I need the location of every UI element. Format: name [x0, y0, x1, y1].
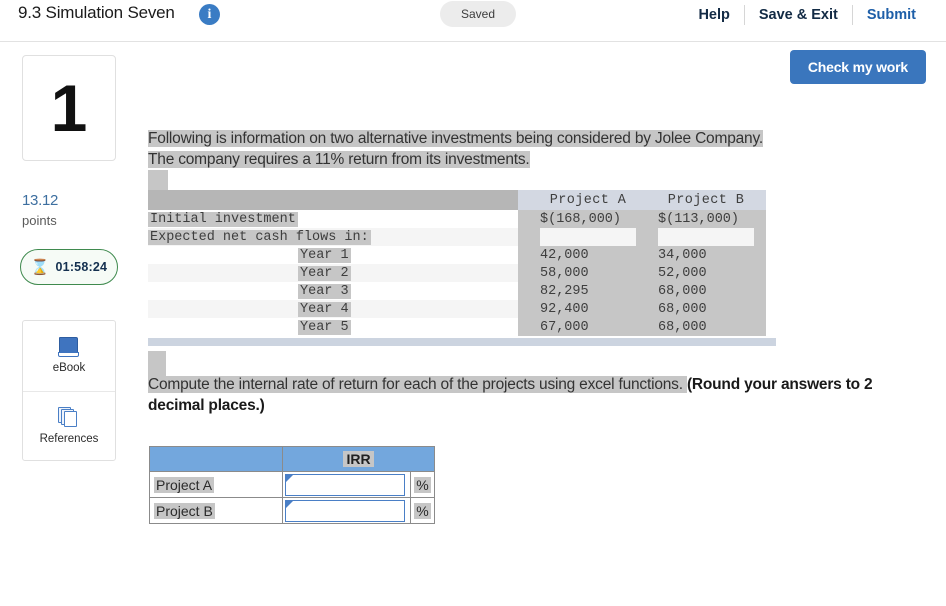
points-label: points	[22, 213, 57, 228]
investment-data-table: Project A Project B Initial investment $…	[148, 190, 766, 336]
irr-header-label: IRR	[282, 446, 435, 472]
cell-project-b: 34,000	[658, 246, 754, 264]
cell-project-a: 42,000	[540, 246, 636, 264]
ebook-icon	[58, 337, 80, 358]
check-my-work-button[interactable]: Check my work	[789, 50, 926, 84]
irr-unit-project-a: %	[410, 471, 435, 498]
references-icon	[58, 406, 80, 428]
cell-project-a	[540, 228, 636, 246]
question-number: 1	[50, 71, 88, 145]
compute-text: Compute the internal rate of return for …	[148, 376, 687, 393]
irr-header-row: IRR	[149, 446, 435, 472]
cell-project-b: 68,000	[658, 282, 754, 300]
compute-instruction: Compute the internal rate of return for …	[148, 374, 910, 416]
header-project-a: Project A	[540, 190, 636, 210]
table-row: Expected net cash flows in:	[148, 228, 766, 246]
cell-project-b: $(113,000)	[658, 210, 754, 228]
row-label: Initial investment	[148, 211, 298, 227]
cell-project-a: 92,400	[540, 300, 636, 318]
content-left-bar-top	[148, 170, 168, 192]
timer-value: 01:58:24	[55, 260, 108, 274]
section-separator	[148, 338, 776, 346]
table-row: Year 4 92,400 68,000	[148, 300, 766, 318]
top-nav: Help Save & Exit Submit	[684, 0, 930, 30]
irr-answer-table: IRR Project A % Project B %	[149, 446, 435, 524]
help-link[interactable]: Help	[684, 7, 743, 23]
irr-row-project-a: Project A %	[149, 471, 435, 498]
irr-row-label: Project B	[149, 497, 283, 524]
tool-panel: eBook References	[22, 320, 116, 461]
row-label: Year 5	[298, 319, 351, 335]
cell-project-a: 82,295	[540, 282, 636, 300]
submit-link[interactable]: Submit	[853, 7, 930, 23]
irr-row-project-b: Project B %	[149, 497, 435, 524]
saved-status-badge: Saved	[440, 1, 516, 27]
countdown-timer: ⌛ 01:58:24	[20, 249, 118, 285]
cell-project-b: 52,000	[658, 264, 754, 282]
top-bar: 9.3 Simulation Seven i Saved Help Save &…	[0, 0, 946, 42]
table-row: Year 5 67,000 68,000	[148, 318, 766, 336]
irr-header-blank	[149, 446, 283, 472]
row-label: Year 1	[298, 247, 351, 263]
points-value: 13.12	[22, 192, 59, 209]
references-button[interactable]: References	[23, 390, 115, 461]
question-number-box: 1	[22, 55, 116, 161]
cell-project-a: 58,000	[540, 264, 636, 282]
cell-project-b: 68,000	[658, 300, 754, 318]
cell-project-b	[658, 228, 754, 246]
save-and-exit-link[interactable]: Save & Exit	[745, 7, 852, 23]
intro-line-1: Following is information on two alternat…	[148, 130, 763, 147]
cell-project-b: 68,000	[658, 318, 754, 336]
irr-unit-project-b: %	[410, 497, 435, 524]
row-label: Expected net cash flows in:	[148, 229, 371, 245]
references-label: References	[39, 432, 99, 445]
content-white-gap	[168, 170, 768, 192]
page-title: 9.3 Simulation Seven	[18, 3, 175, 22]
intro-line-2: The company requires a 11% return from i…	[148, 151, 530, 168]
irr-row-label: Project A	[149, 471, 283, 498]
row-label: Year 3	[298, 283, 351, 299]
table-row: Year 3 82,295 68,000	[148, 282, 766, 300]
table-header-row: Project A Project B	[148, 190, 766, 210]
irr-input-cell[interactable]	[282, 471, 411, 498]
header-project-b: Project B	[658, 190, 754, 210]
hourglass-icon: ⌛	[30, 258, 50, 276]
table-row: Initial investment $(168,000) $(113,000)	[148, 210, 766, 228]
cell-project-a: $(168,000)	[540, 210, 636, 228]
table-row: Year 1 42,000 34,000	[148, 246, 766, 264]
table-row: Year 2 58,000 52,000	[148, 264, 766, 282]
ebook-button[interactable]: eBook	[23, 321, 115, 391]
row-label: Year 2	[298, 265, 351, 281]
header-blank-cell	[148, 190, 518, 210]
cell-project-a: 67,000	[540, 318, 636, 336]
row-label: Year 4	[298, 301, 351, 317]
intro-paragraph: Following is information on two alternat…	[148, 128, 908, 170]
irr-input-project-a[interactable]	[285, 473, 405, 496]
info-icon[interactable]: i	[199, 4, 220, 25]
irr-input-project-b[interactable]	[285, 499, 405, 522]
irr-input-cell[interactable]	[282, 497, 411, 524]
ebook-label: eBook	[52, 362, 86, 375]
